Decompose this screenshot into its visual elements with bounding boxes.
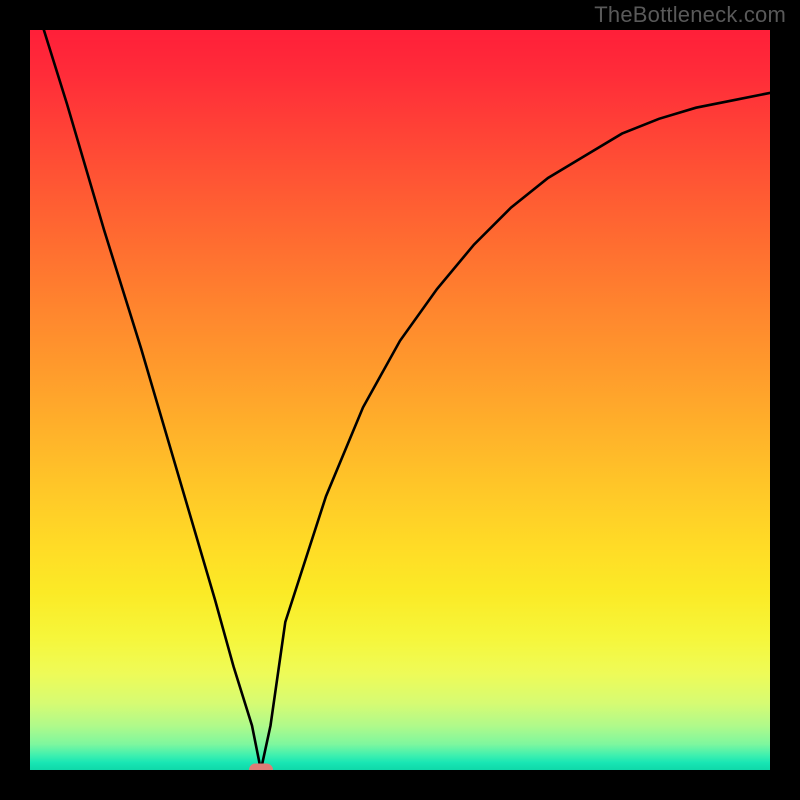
bottleneck-curve (30, 30, 770, 770)
watermark-text: TheBottleneck.com (594, 2, 786, 28)
min-marker (249, 764, 273, 771)
curve-svg (30, 30, 770, 770)
chart-frame: TheBottleneck.com (0, 0, 800, 800)
plot-area (30, 30, 770, 770)
